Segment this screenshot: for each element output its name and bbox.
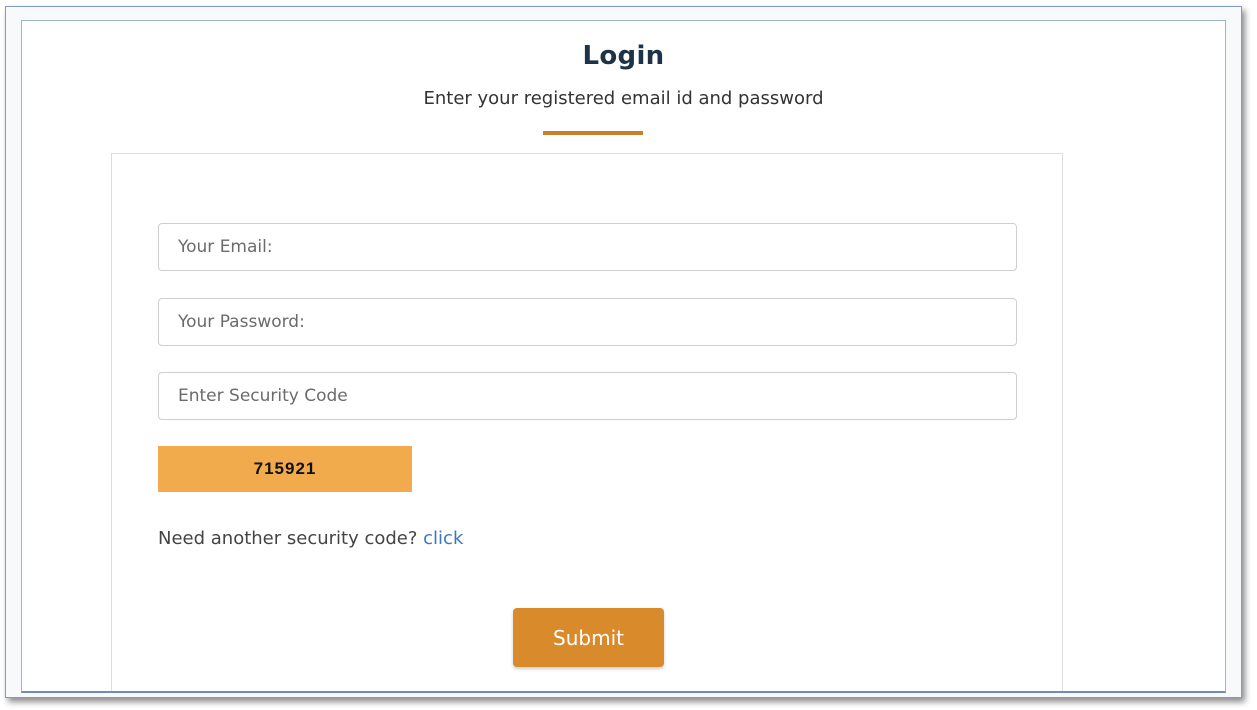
security-code-field[interactable] bbox=[158, 372, 1017, 420]
refresh-prompt-text: Need another security code? bbox=[158, 528, 424, 549]
password-field[interactable] bbox=[158, 298, 1017, 346]
login-form-card: 715921 Need another security code? click… bbox=[111, 153, 1063, 691]
login-page: Login Enter your registered email id and… bbox=[21, 20, 1226, 693]
page-title: Login bbox=[582, 41, 665, 71]
captcha-code-display: 715921 bbox=[158, 446, 412, 492]
page-subtitle: Enter your registered email id and passw… bbox=[423, 88, 824, 109]
email-field[interactable] bbox=[158, 223, 1017, 271]
captcha-code-text: 715921 bbox=[253, 459, 317, 478]
refresh-security-code-line: Need another security code? click bbox=[158, 528, 463, 549]
refresh-security-code-link[interactable]: click bbox=[423, 528, 463, 549]
submit-button[interactable]: Submit bbox=[513, 608, 664, 667]
screenshot-frame: Login Enter your registered email id and… bbox=[5, 6, 1242, 698]
title-underline bbox=[543, 131, 643, 135]
